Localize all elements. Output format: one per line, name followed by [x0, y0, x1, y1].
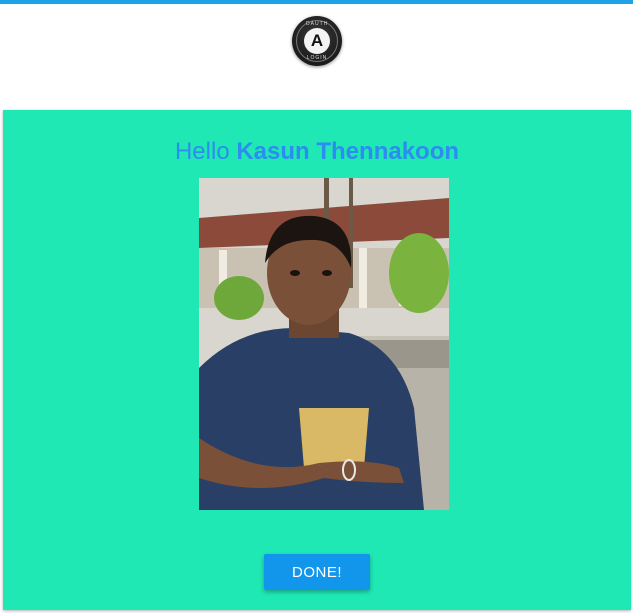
user-name: Kasun Thennakoon: [236, 138, 460, 165]
profile-photo: [199, 178, 449, 510]
profile-card: Hello Kasun Thennakoon DONE!: [3, 110, 631, 610]
logo-text-bottom: LOGIN: [306, 55, 328, 61]
logo-text-top: OAUTH: [305, 21, 329, 27]
greeting-heading: Hello Kasun Thennakoon: [3, 138, 631, 166]
logo-letter: A: [304, 28, 330, 54]
top-accent-bar: [0, 0, 633, 4]
oauth-logo-icon: OAUTH A LOGIN: [292, 16, 342, 66]
done-button[interactable]: DONE!: [264, 554, 370, 590]
greeting-prefix: Hello: [174, 138, 230, 165]
